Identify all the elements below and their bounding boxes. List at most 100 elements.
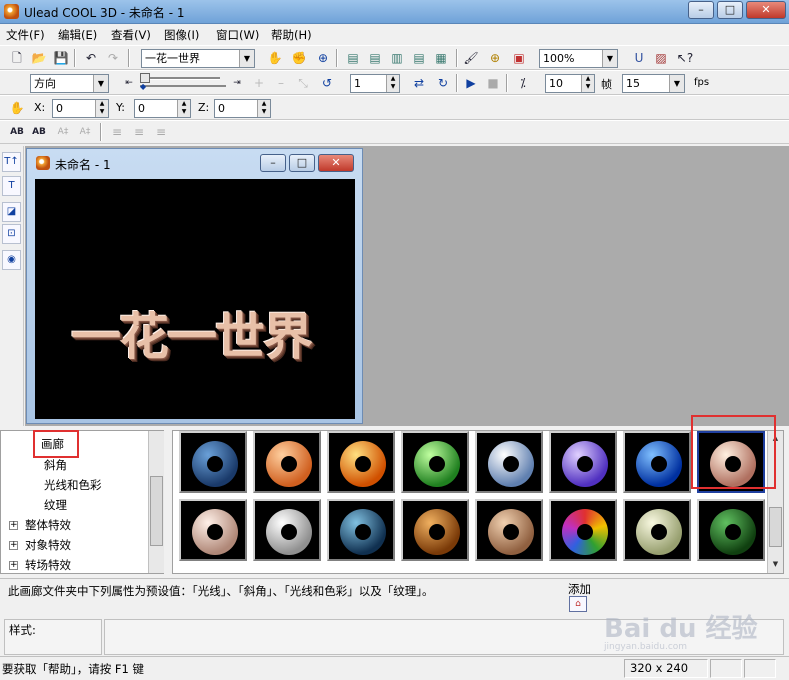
- thumbnail[interactable]: [327, 431, 395, 493]
- thumbnail[interactable]: [179, 499, 247, 561]
- tree-scrollbar[interactable]: [148, 431, 164, 573]
- chevron-down-icon[interactable]: ▼: [669, 75, 684, 92]
- help-book-icon[interactable]: U: [630, 49, 648, 67]
- menu-image[interactable]: 图像(I): [164, 27, 199, 43]
- layer-forward-icon[interactable]: ▤: [366, 49, 384, 67]
- maximize-button[interactable]: □: [717, 1, 743, 19]
- menu-edit[interactable]: 编辑(E): [58, 27, 97, 43]
- save-icon[interactable]: 💾: [52, 49, 70, 67]
- render-canvas[interactable]: 一花一世界: [35, 179, 355, 419]
- tree-item-light-color[interactable]: 光线和色彩: [44, 477, 102, 493]
- add-key-icon[interactable]: +: [250, 74, 268, 92]
- thumbnail[interactable]: [253, 431, 321, 493]
- zoom-combo[interactable]: 100% ▼: [539, 49, 618, 68]
- font-size-down-icon[interactable]: AB: [30, 123, 48, 141]
- menu-window[interactable]: 窗口(W): [216, 27, 259, 43]
- reverse-icon[interactable]: ↺: [318, 74, 336, 92]
- context-help-icon[interactable]: ↖?: [676, 49, 694, 67]
- stepper-arrows-icon[interactable]: ▲ ▼: [177, 100, 190, 117]
- tree-item-bevel[interactable]: 斜角: [44, 457, 67, 473]
- layer-backward-icon[interactable]: ▥: [388, 49, 406, 67]
- doc-maximize-button[interactable]: □: [289, 154, 315, 172]
- y-stepper[interactable]: 0 ▲ ▼: [134, 99, 191, 118]
- menu-help[interactable]: 帮助(H): [271, 27, 312, 43]
- doc-close-button[interactable]: ✕: [318, 154, 354, 172]
- stepper-arrows-icon[interactable]: ▲ ▼: [386, 75, 399, 92]
- align-left-icon[interactable]: ≡: [108, 123, 126, 141]
- undo-icon[interactable]: ↶: [82, 49, 100, 67]
- new-file-icon[interactable]: 🗋: [8, 49, 26, 67]
- layer-back-icon[interactable]: ▤: [410, 49, 428, 67]
- tree-item-texture[interactable]: 纹理: [44, 497, 67, 513]
- x-stepper[interactable]: 0 ▲ ▼: [52, 99, 109, 118]
- stepper-arrows-icon[interactable]: ▲ ▼: [257, 100, 270, 117]
- tree-item-global-fx[interactable]: 整体特效: [25, 517, 71, 533]
- info-icon[interactable]: ▨: [652, 49, 670, 67]
- align-center-icon[interactable]: ≡: [130, 123, 148, 141]
- stepper-arrows-icon[interactable]: ▲ ▼: [581, 75, 594, 92]
- thumbnail[interactable]: [327, 499, 395, 561]
- layer-all-icon[interactable]: ▦: [432, 49, 450, 67]
- chevron-down-icon[interactable]: ▼: [602, 50, 617, 67]
- frame-stepper[interactable]: 1 ▲ ▼: [350, 74, 400, 93]
- rotate-hand-icon[interactable]: ✊: [290, 49, 308, 67]
- last-key-icon[interactable]: ⇥: [228, 74, 246, 92]
- loop-icon[interactable]: ⇄: [410, 74, 428, 92]
- thumbnail[interactable]: [253, 499, 321, 561]
- tree-item-transition-fx[interactable]: 转场特效: [25, 557, 71, 573]
- paint-icon[interactable]: 🖌: [462, 49, 480, 67]
- chevron-down-icon[interactable]: ▼: [239, 50, 254, 67]
- move-hand-icon[interactable]: ✋: [8, 99, 26, 117]
- expand-icon[interactable]: +: [9, 541, 18, 550]
- stop-icon[interactable]: ■: [484, 74, 502, 92]
- frame-rate-icon[interactable]: ⁒: [514, 74, 532, 92]
- split-key-icon[interactable]: ⤡: [294, 74, 312, 92]
- direction-combo[interactable]: 方向 ▼: [30, 74, 109, 93]
- thumbnail[interactable]: [623, 431, 691, 493]
- add-icon[interactable]: ⌂: [569, 596, 587, 612]
- scroll-down-icon[interactable]: ▼: [768, 557, 783, 571]
- thumbnail[interactable]: [623, 499, 691, 561]
- thumbnail[interactable]: [475, 499, 543, 561]
- redo-icon[interactable]: ↷: [104, 49, 122, 67]
- 3d-text-object[interactable]: 一花一世界: [71, 297, 313, 369]
- font-size-up-icon[interactable]: AB: [8, 123, 26, 141]
- align-right-icon[interactable]: ≡: [152, 123, 170, 141]
- first-key-icon[interactable]: ⇤: [120, 74, 138, 92]
- thumbnail[interactable]: [401, 431, 469, 493]
- thumbnail[interactable]: [401, 499, 469, 561]
- camera-icon[interactable]: ▣: [510, 49, 528, 67]
- tree-item-object-fx[interactable]: 对象特效: [25, 537, 71, 553]
- size-object-icon[interactable]: ⊕: [314, 49, 332, 67]
- open-folder-icon[interactable]: 📂: [30, 49, 48, 67]
- scrollbar-thumb[interactable]: [150, 476, 163, 546]
- char-spacing-down-icon[interactable]: A‡: [76, 123, 94, 141]
- insert-text-icon[interactable]: T↑: [2, 152, 21, 172]
- fps-combo[interactable]: 15 ▼: [622, 74, 685, 93]
- edit-text-icon[interactable]: T: [2, 176, 21, 196]
- stepper-arrows-icon[interactable]: ▲ ▼: [95, 100, 108, 117]
- doc-minimize-button[interactable]: –: [260, 154, 286, 172]
- timeline-slider[interactable]: [140, 77, 220, 80]
- hand-move-icon[interactable]: ✋: [266, 49, 284, 67]
- thumbnail[interactable]: [697, 499, 765, 561]
- frames-stepper[interactable]: 10 ▲ ▼: [545, 74, 595, 93]
- text-object-combo[interactable]: 一花一世界 ▼: [141, 49, 255, 68]
- chevron-down-icon[interactable]: ▼: [93, 75, 108, 92]
- layer-front-icon[interactable]: ▤: [344, 49, 362, 67]
- menu-file[interactable]: 文件(F): [6, 27, 45, 43]
- refresh-icon[interactable]: ↻: [434, 74, 452, 92]
- thumbnail[interactable]: [549, 499, 617, 561]
- thumbnail[interactable]: [475, 431, 543, 493]
- globe-icon[interactable]: ⊕: [486, 49, 504, 67]
- key-timeline[interactable]: [140, 85, 226, 87]
- thumbnail[interactable]: [549, 431, 617, 493]
- menu-view[interactable]: 查看(V): [111, 27, 151, 43]
- close-button[interactable]: ✕: [746, 1, 786, 19]
- play-icon[interactable]: ▶: [462, 74, 480, 92]
- char-spacing-up-icon[interactable]: A‡: [54, 123, 72, 141]
- expand-icon[interactable]: +: [9, 521, 18, 530]
- insert-shape-icon[interactable]: ◉: [2, 250, 21, 270]
- z-stepper[interactable]: 0 ▲ ▼: [214, 99, 271, 118]
- minimize-button[interactable]: –: [688, 1, 714, 19]
